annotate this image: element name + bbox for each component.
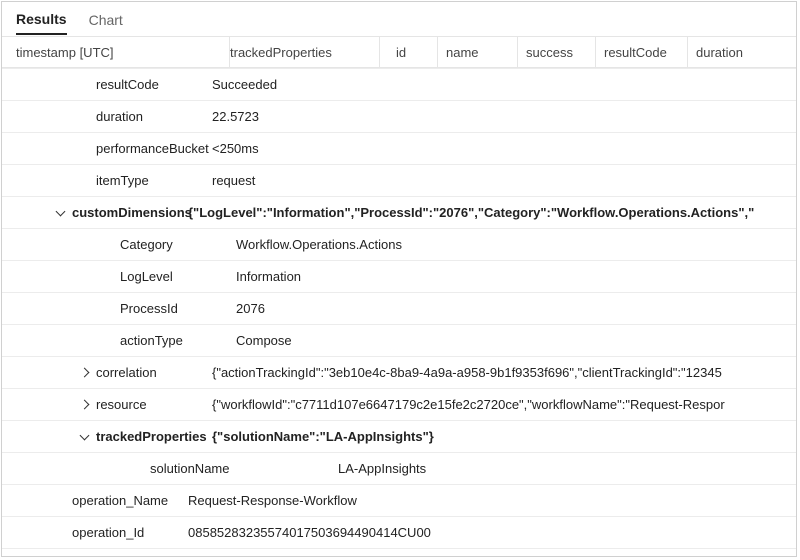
- val-operation_Id: 08585283235574017503694490414CU00: [182, 525, 796, 540]
- col-id[interactable]: id: [380, 37, 438, 67]
- results-body: resultCode Succeeded duration 22.5723 pe…: [2, 68, 796, 549]
- col-timestamp[interactable]: timestamp [UTC]: [2, 37, 230, 67]
- row-duration[interactable]: duration 22.5723: [2, 101, 796, 133]
- view-tabs: Results Chart: [2, 2, 796, 37]
- val-processId: 2076: [230, 301, 796, 316]
- chevron-right-icon: [79, 368, 89, 378]
- row-operation_Name[interactable]: operation_Name Request-Response-Workflow: [2, 485, 796, 517]
- column-header-row: timestamp [UTC] trackedProperties id nam…: [2, 37, 796, 68]
- row-actionType[interactable]: actionType Compose: [2, 325, 796, 357]
- results-panel: Results Chart timestamp [UTC] trackedPro…: [1, 1, 797, 557]
- chevron-right-icon: [79, 400, 89, 410]
- expand-resource[interactable]: [72, 401, 96, 408]
- val-correlation: {"actionTrackingId":"3eb10e4c-8ba9-4a9a-…: [206, 365, 796, 380]
- key-solutionName: solutionName: [150, 461, 316, 476]
- row-trackedProperties[interactable]: trackedProperties {"solutionName":"LA-Ap…: [2, 421, 796, 453]
- val-category: Workflow.Operations.Actions: [230, 237, 796, 252]
- val-customDimensions: {"LogLevel":"Information","ProcessId":"2…: [182, 205, 796, 220]
- expand-correlation[interactable]: [72, 369, 96, 376]
- row-performanceBucket[interactable]: performanceBucket <250ms: [2, 133, 796, 165]
- row-itemType[interactable]: itemType request: [2, 165, 796, 197]
- expand-trackedProperties[interactable]: [72, 435, 96, 439]
- col-trackedProperties[interactable]: trackedProperties: [230, 37, 380, 67]
- row-logLevel[interactable]: LogLevel Information: [2, 261, 796, 293]
- tab-results[interactable]: Results: [16, 4, 67, 35]
- row-correlation[interactable]: correlation {"actionTrackingId":"3eb10e4…: [2, 357, 796, 389]
- row-resultCode[interactable]: resultCode Succeeded: [2, 68, 796, 101]
- chevron-down-icon: [79, 430, 89, 440]
- row-operation_Id[interactable]: operation_Id 085852832355740175036944904…: [2, 517, 796, 549]
- tab-chart[interactable]: Chart: [89, 5, 123, 34]
- expand-customDimensions[interactable]: [48, 211, 72, 215]
- val-resource: {"workflowId":"c7711d107e6647179c2e15fe2…: [206, 397, 796, 412]
- val-trackedProperties: {"solutionName":"LA-AppInsights"}: [206, 429, 796, 444]
- col-resultCode[interactable]: resultCode: [596, 37, 688, 67]
- row-customDimensions[interactable]: customDimensions {"LogLevel":"Informatio…: [2, 197, 796, 229]
- row-category[interactable]: Category Workflow.Operations.Actions: [2, 229, 796, 261]
- col-success[interactable]: success: [518, 37, 596, 67]
- val-duration: 22.5723: [206, 109, 796, 124]
- val-solutionName: LA-AppInsights: [332, 461, 796, 476]
- col-name[interactable]: name: [438, 37, 518, 67]
- val-resultCode: Succeeded: [206, 77, 796, 92]
- val-operation_Name: Request-Response-Workflow: [182, 493, 796, 508]
- val-itemType: request: [206, 173, 796, 188]
- val-performanceBucket: <250ms: [206, 141, 796, 156]
- row-resource[interactable]: resource {"workflowId":"c7711d107e664717…: [2, 389, 796, 421]
- col-duration[interactable]: duration: [688, 37, 778, 67]
- val-actionType: Compose: [230, 333, 796, 348]
- val-logLevel: Information: [230, 269, 796, 284]
- chevron-down-icon: [55, 206, 65, 216]
- row-processId[interactable]: ProcessId 2076: [2, 293, 796, 325]
- row-solutionName[interactable]: solutionName LA-AppInsights: [2, 453, 796, 485]
